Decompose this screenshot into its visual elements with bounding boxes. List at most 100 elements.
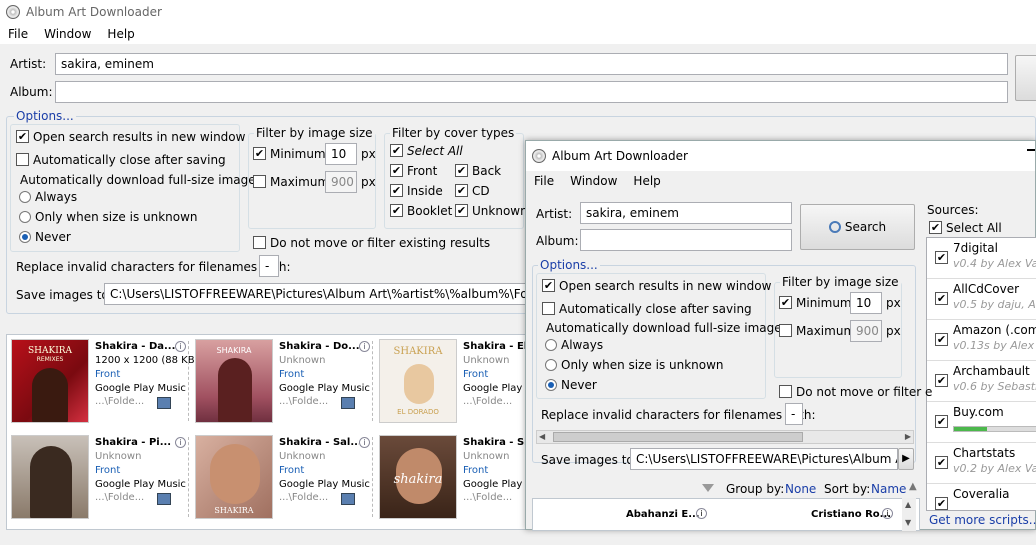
always-radio[interactable] — [545, 339, 557, 351]
only-unknown-radio[interactable] — [19, 211, 31, 223]
menu-file[interactable]: File — [0, 27, 36, 41]
result-card[interactable]: Shakira - Pi... i Unknown Front Google P… — [7, 431, 189, 523]
album-input[interactable] — [55, 81, 1008, 103]
maximum-checkbox[interactable] — [253, 175, 266, 188]
source-item-amazon[interactable]: ✔ Amazon (.com) v0.13s by Alex V — [927, 320, 1036, 361]
menu-window[interactable]: Window — [36, 27, 99, 41]
source-item-7digital[interactable]: ✔ 7digital v0.4 by Alex Vall — [927, 238, 1036, 279]
result-path[interactable]: ...\Folde... — [279, 492, 328, 503]
maximum-checkbox[interactable] — [779, 324, 792, 337]
minimum-input[interactable]: 10 — [850, 292, 882, 314]
search-button[interactable]: Search — [800, 204, 915, 250]
options-expander[interactable]: Options... — [538, 258, 600, 272]
result-card[interactable]: SHAKIRA Shakira - Do... i Unknown Front … — [191, 335, 373, 427]
info-icon[interactable]: i — [359, 341, 370, 352]
result-path[interactable]: ...\Folde... — [95, 396, 144, 407]
info-icon[interactable]: i — [359, 437, 370, 448]
source-item-archambault[interactable]: ✔ Archambault v0.6 by Sebastie — [927, 361, 1036, 402]
scrollbar-thumb[interactable] — [553, 432, 803, 442]
source-checkbox[interactable]: ✔ — [935, 456, 948, 469]
info-icon[interactable]: i — [175, 341, 186, 352]
results-scrollbar[interactable]: ▲ ▼ — [902, 498, 916, 531]
always-radio[interactable] — [19, 191, 31, 203]
inside-checkbox[interactable]: ✔ — [390, 184, 403, 197]
sort-by-value[interactable]: Name — [871, 482, 906, 496]
source-checkbox[interactable]: ✔ — [935, 374, 948, 387]
source-item-chartstats[interactable]: ✔ Chartstats v0.2 by Alex Vall — [927, 443, 1036, 484]
source-checkbox[interactable]: ✔ — [935, 251, 948, 264]
menu-help[interactable]: Help — [625, 174, 668, 188]
options-expander[interactable]: Options... — [14, 109, 76, 123]
never-radio[interactable] — [545, 379, 557, 391]
select-all-covers-checkbox[interactable]: ✔ — [390, 144, 403, 157]
open-new-window-checkbox[interactable]: ✔ — [542, 279, 555, 292]
result-card[interactable]: SHAKIRA Shakira - Sal... i Unknown Front… — [191, 431, 373, 523]
save-path-input[interactable]: C:\Users\LISTOFFREEWARE\Pictures\Album A… — [630, 448, 898, 470]
info-icon[interactable]: i — [175, 437, 186, 448]
result-type[interactable]: Front — [95, 369, 120, 380]
horizontal-scrollbar[interactable]: ◀ ▶ — [536, 430, 914, 444]
result-path[interactable]: ...\Folde... — [463, 396, 512, 407]
maximum-input[interactable]: 900 — [325, 171, 357, 193]
do-not-move-checkbox[interactable] — [253, 236, 266, 249]
open-new-window-checkbox[interactable]: ✔ — [16, 130, 29, 143]
scroll-up-icon[interactable]: ▲ — [905, 500, 911, 509]
scroll-down-icon[interactable]: ▼ — [905, 518, 911, 527]
info-icon[interactable]: i — [696, 508, 707, 519]
source-checkbox[interactable]: ✔ — [935, 415, 948, 428]
album-input[interactable] — [580, 229, 792, 251]
source-item-buy-com[interactable]: ✔ Buy.com — [927, 402, 1036, 443]
back-search-button[interactable] — [1015, 55, 1036, 101]
booklet-checkbox[interactable]: ✔ — [390, 204, 403, 217]
artist-input[interactable]: sakira, eminem — [580, 202, 792, 224]
save-icon[interactable] — [341, 397, 355, 409]
get-more-scripts-link[interactable]: Get more scripts... — [929, 513, 1036, 527]
source-item-coveralia[interactable]: ✔ Coveralia — [927, 484, 1036, 510]
result-path[interactable]: ...\Folde... — [95, 492, 144, 503]
menu-help[interactable]: Help — [99, 27, 142, 41]
resize-grip-icon[interactable] — [906, 533, 918, 545]
group-by-value[interactable]: None — [785, 482, 816, 496]
back-checkbox[interactable]: ✔ — [455, 164, 468, 177]
result-type[interactable]: Front — [279, 369, 304, 380]
result-card[interactable]: SHAKIRA REMIXES Shakira - Da... i 1200 x… — [7, 335, 195, 427]
result-path[interactable]: ...\Folde... — [463, 492, 512, 503]
scroll-right-icon[interactable]: ▶ — [905, 432, 911, 441]
result-type[interactable]: Front — [463, 465, 488, 476]
save-icon[interactable] — [341, 493, 355, 505]
minimum-input[interactable]: 10 — [325, 143, 357, 165]
result-path[interactable]: ...\Folde... — [279, 396, 328, 407]
minimum-checkbox[interactable]: ✔ — [779, 296, 792, 309]
never-radio[interactable] — [19, 231, 31, 243]
menu-window[interactable]: Window — [562, 174, 625, 188]
front-checkbox[interactable]: ✔ — [390, 164, 403, 177]
source-checkbox[interactable]: ✔ — [935, 333, 948, 346]
auto-close-checkbox[interactable] — [16, 153, 29, 166]
result-type[interactable]: Front — [279, 465, 304, 476]
source-item-allcdcover[interactable]: ✔ AllCdCover v0.5 by daju, Ale — [927, 279, 1036, 320]
info-icon[interactable]: i — [882, 508, 893, 519]
maximum-input[interactable]: 900 — [850, 320, 882, 342]
scroll-left-icon[interactable]: ◀ — [539, 432, 545, 441]
do-not-move-checkbox[interactable] — [779, 385, 792, 398]
artist-input[interactable]: sakira, eminem — [55, 53, 1008, 75]
sources-select-all-checkbox[interactable]: ✔ — [929, 221, 942, 234]
save-path-input[interactable]: C:\Users\LISTOFFREEWARE\Pictures\Album A… — [104, 283, 544, 305]
auto-close-checkbox[interactable] — [542, 302, 555, 315]
only-unknown-radio[interactable] — [545, 359, 557, 371]
source-checkbox[interactable]: ✔ — [935, 497, 948, 510]
result-type[interactable]: Front — [95, 465, 120, 476]
source-checkbox[interactable]: ✔ — [935, 292, 948, 305]
menu-file[interactable]: File — [526, 174, 562, 188]
unknown-checkbox[interactable]: ✔ — [455, 204, 468, 217]
save-icon[interactable] — [157, 493, 171, 505]
minimize-icon[interactable] — [1027, 149, 1035, 151]
minimum-checkbox[interactable]: ✔ — [253, 147, 266, 160]
replace-char-input[interactable]: - — [785, 403, 803, 425]
sort-direction-icon[interactable]: ▲ — [909, 481, 917, 492]
filter-icon[interactable] — [702, 484, 714, 492]
result-type[interactable]: Front — [463, 369, 488, 380]
replace-char-input[interactable]: - — [259, 255, 279, 277]
cd-checkbox[interactable]: ✔ — [455, 184, 468, 197]
save-icon[interactable] — [157, 397, 171, 409]
